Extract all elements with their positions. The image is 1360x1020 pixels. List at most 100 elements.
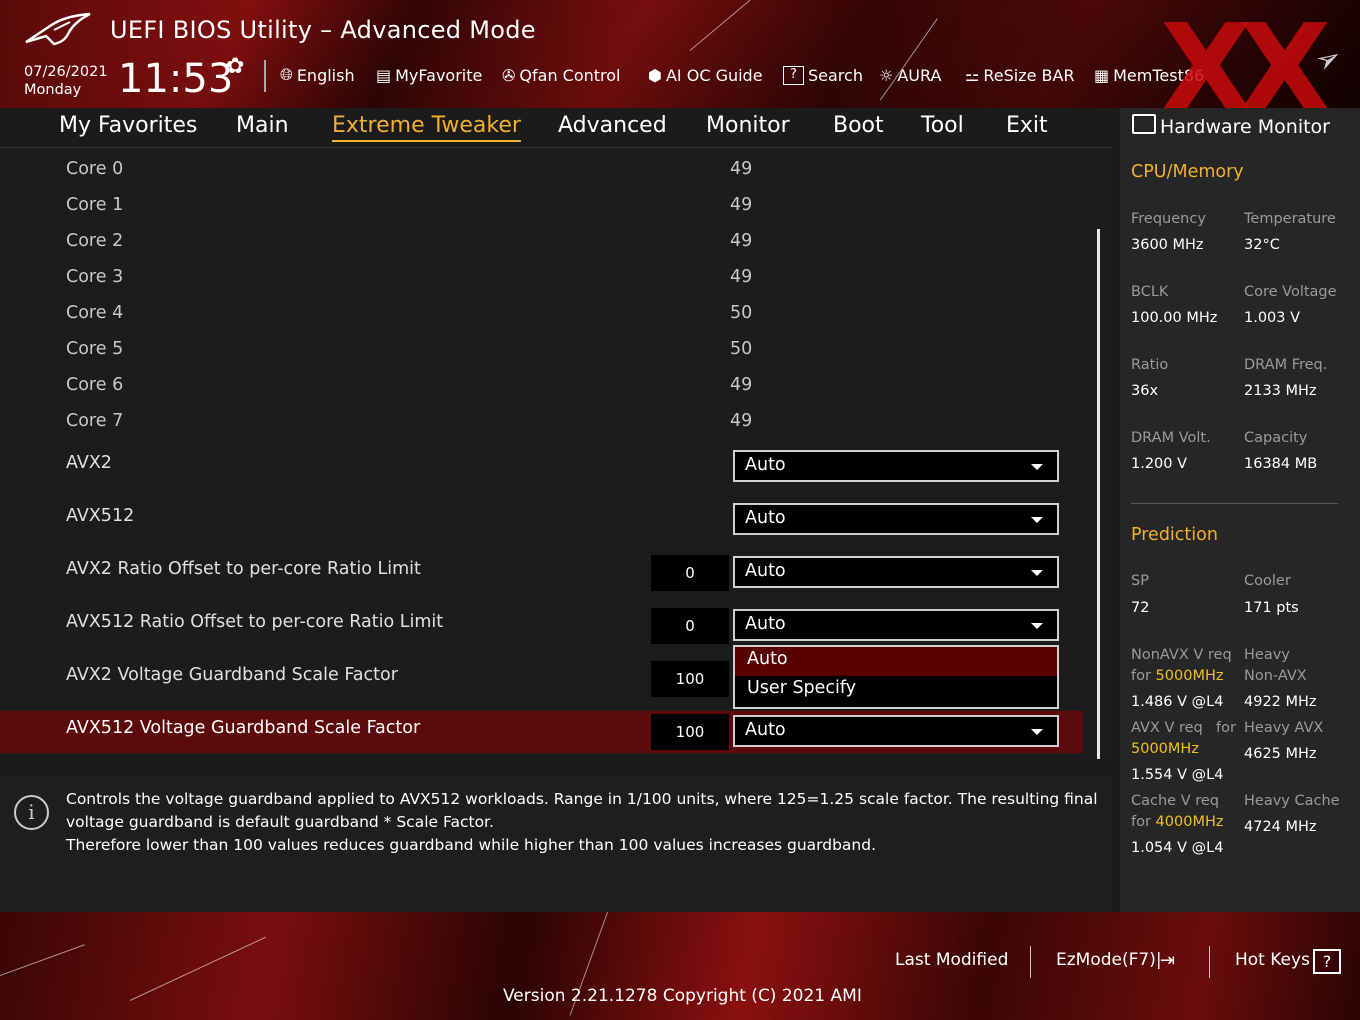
bclk-label: BCLK [1131,284,1169,300]
date-display: 07/26/2021 [24,64,108,80]
ratio-value: 36x [1131,383,1159,399]
avx512-guardband-input[interactable]: 100 [651,714,729,750]
resize-bar-icon: ⚍ [965,65,980,85]
temperature-value: 32°C [1244,237,1280,253]
tab-tool[interactable]: Tool [921,113,964,138]
dram-volt-label: DRAM Volt. [1131,430,1211,446]
core-1-label: Core 1 [66,195,124,215]
core-voltage-value: 1.003 V [1244,310,1301,326]
core-voltage-label: Core Voltage [1244,284,1337,300]
sp-label: SP [1131,573,1149,589]
core-3-value: 49 [730,267,753,287]
dropdown-option-auto[interactable]: Auto [735,647,1057,676]
tab-boot[interactable]: Boot [833,113,884,138]
footer-divider [1030,946,1031,978]
ai-chip-icon: ⬢ [648,65,662,85]
core-0-value: 49 [730,159,753,179]
gear-icon[interactable]: ✿ [226,54,244,79]
search-icon: ? [783,65,804,85]
toolbar-ai-oc-guide[interactable]: ⬢ AI OC Guide [648,62,763,88]
memtest-icon: ▦ [1094,65,1110,85]
tab-exit[interactable]: Exit [1006,113,1048,138]
avx-vreq-label: AVX V req [1131,720,1203,736]
ezmode-button[interactable]: EzMode(F7)| [1056,950,1162,970]
avx2-guardband-label: AVX2 Voltage Guardband Scale Factor [66,665,398,685]
nonavx-voltage: 1.486 V @L4 [1131,694,1224,710]
avx512-guardband-label: AVX512 Voltage Guardband Scale Factor [66,718,421,738]
core-1-value: 49 [730,195,753,215]
chevron-down-icon [1031,623,1043,629]
capacity-value: 16384 MB [1244,456,1318,472]
dram-volt-value: 1.200 V [1131,456,1188,472]
help-text-line-1: Controls the voltage guardband applied t… [66,790,1098,808]
monitor-icon [1132,114,1156,134]
tab-extreme-tweaker[interactable]: Extreme Tweaker [332,113,521,142]
chevron-down-icon [1031,517,1043,523]
toolbar-label: Qfan Control [519,65,621,85]
cooler-value: 171 pts [1244,600,1299,616]
core-4-value: 50 [730,303,753,323]
hardware-monitor-title: Hardware Monitor [1160,116,1330,138]
help-text-line-2: voltage guardband is default guardband *… [66,813,494,831]
avx2-label: AVX2 [66,453,112,473]
tab-monitor[interactable]: Monitor [706,113,790,138]
avx512-ratio-offset-input[interactable]: 0 [651,608,729,644]
core-2-label: Core 2 [66,231,124,251]
fan-icon: ✇ [502,65,516,85]
toolbar-label: AI OC Guide [665,65,763,85]
cache-frequency: 4000MHz [1155,814,1224,830]
toolbar-label: English [296,65,355,85]
avx512-select[interactable]: Auto [733,503,1059,535]
last-modified-button[interactable]: Last Modified [895,950,1008,970]
toolbar-resize-bar[interactable]: ⚍ ReSize BAR [965,62,1075,88]
avx2-ratio-offset-select[interactable]: Auto [733,556,1059,588]
help-text-line-3: Therefore lower than 100 values reduces … [66,836,877,854]
avx512-guardband-select[interactable]: Auto [733,715,1059,747]
tab-main[interactable]: Main [236,113,289,138]
nonavx-for-label: for 5000MHz [1131,668,1223,684]
toolbar-myfavorite[interactable]: ▤ MyFavorite [376,62,482,88]
scrollbar[interactable] [1097,229,1100,759]
heavy-cache-label: Heavy Cache [1244,793,1340,809]
for-prefix: for [1131,668,1156,684]
globe-icon: 🌐︎ [280,65,293,84]
heavy-avx-value: 4625 MHz [1244,746,1317,762]
core-6-label: Core 6 [66,375,124,395]
temperature-label: Temperature [1244,211,1336,227]
core-5-value: 50 [730,339,753,359]
select-value: Auto [745,561,786,581]
avx2-select[interactable]: Auto [733,450,1059,482]
tab-my-favorites[interactable]: My Favorites [59,113,197,138]
avx512-ratio-offset-select[interactable]: Auto [733,609,1059,641]
hw-divider [1131,503,1338,504]
cooler-label: Cooler [1244,573,1291,589]
toolbar-aura[interactable]: ☼ AURA [879,62,941,88]
footer-divider [1209,946,1210,978]
dram-freq-value: 2133 MHz [1244,383,1317,399]
app-title: UEFI BIOS Utility – Advanced Mode [110,16,536,44]
myfavorite-icon: ▤ [376,65,392,85]
nonavx-frequency: 5000MHz [1155,668,1224,684]
toolbar-english[interactable]: 🌐︎ English [280,62,355,88]
aura-icon: ☼ [879,65,894,85]
select-value: Auto [745,508,786,528]
tab-advanced[interactable]: Advanced [558,113,667,138]
hot-keys-button[interactable]: Hot Keys [1235,950,1310,970]
cache-for-label: for 4000MHz [1131,814,1223,830]
toolbar-qfan-control[interactable]: ✇ Qfan Control [502,62,621,88]
dropdown-option-user-specify[interactable]: User Specify [735,676,1057,705]
toolbar-label: MyFavorite [395,65,483,85]
toolbar-label: Search [808,65,863,85]
chevron-down-icon [1031,464,1043,470]
prediction-heading: Prediction [1131,525,1218,545]
dram-freq-label: DRAM Freq. [1244,357,1328,373]
avx-for-label: for [1216,720,1236,736]
bclk-value: 100.00 MHz [1131,310,1218,326]
avx2-guardband-input[interactable]: 100 [651,661,729,697]
cpu-memory-heading: CPU/Memory [1131,162,1244,182]
day-display: Monday [24,82,82,98]
avx2-ratio-offset-input[interactable]: 0 [651,555,729,591]
nonavx-label: NonAVX V req [1131,647,1232,663]
toolbar-search[interactable]: ? Search [783,62,863,88]
help-question-icon[interactable]: ? [1313,949,1341,974]
